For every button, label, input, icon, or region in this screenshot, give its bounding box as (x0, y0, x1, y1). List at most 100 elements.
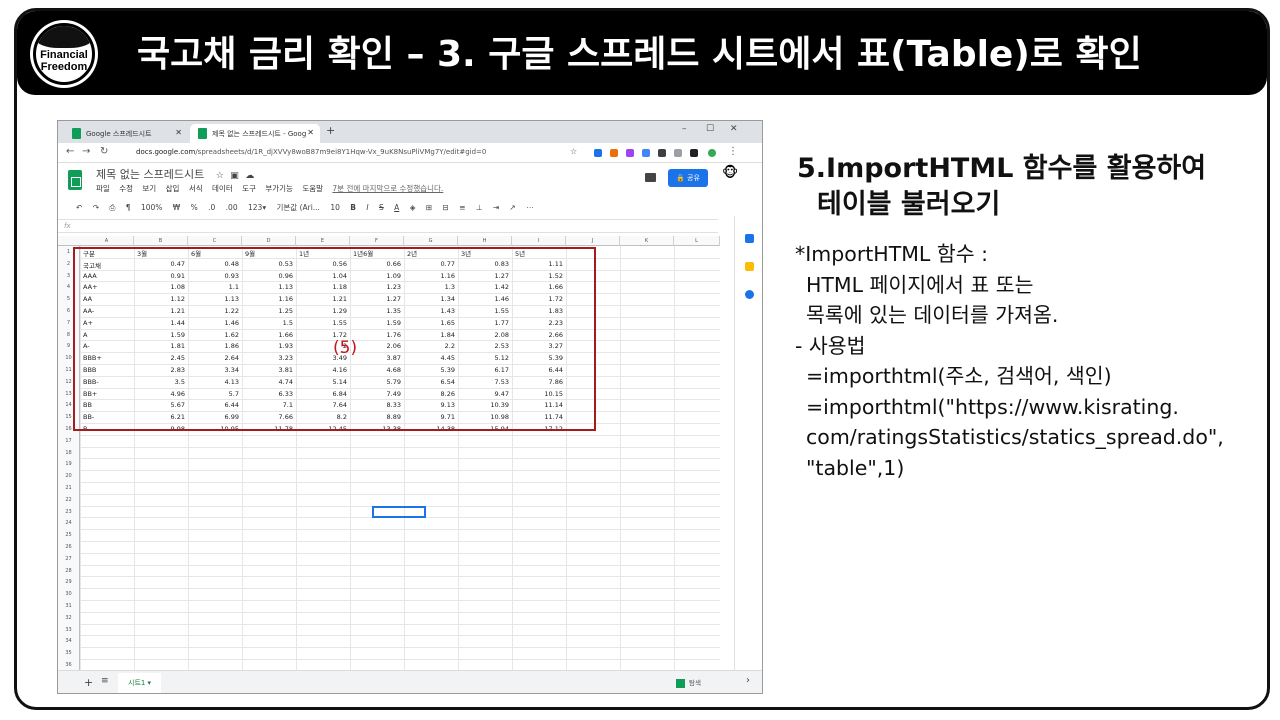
extension-icon[interactable] (658, 149, 666, 157)
puzzle-icon[interactable] (690, 149, 698, 157)
column-header[interactable]: D (242, 236, 296, 246)
column-header[interactable]: F (350, 236, 404, 246)
keep-icon[interactable] (745, 262, 754, 271)
doc-title[interactable]: 제목 없는 스프레드시트 ☆ ▣ ☁ (96, 166, 254, 182)
row-header[interactable]: 18 (58, 446, 80, 459)
column-header[interactable]: L (674, 236, 720, 246)
formula-bar[interactable]: fx (58, 219, 718, 233)
tasks-icon[interactable] (745, 290, 754, 299)
window-close-icon[interactable]: ✕ (730, 124, 738, 134)
menu-format[interactable]: 서식 (189, 184, 203, 193)
explore-button[interactable]: 탐색 (676, 677, 701, 688)
column-header[interactable]: G (404, 236, 458, 246)
row-header[interactable]: 25 (58, 529, 80, 541)
row-header[interactable]: 29 (58, 576, 80, 589)
forward-icon[interactable]: → (82, 146, 90, 157)
row-header[interactable]: 31 (58, 600, 80, 612)
row-header[interactable]: 26 (58, 541, 80, 553)
row-header[interactable]: 30 (58, 588, 80, 600)
menu-file[interactable]: 파일 (96, 184, 110, 193)
sheets-logo-icon[interactable] (68, 170, 82, 190)
row-header[interactable]: 17 (58, 434, 80, 447)
back-icon[interactable]: ← (66, 146, 74, 157)
paint-format-icon[interactable]: ¶ (126, 203, 131, 212)
undo-icon[interactable]: ↶ (76, 203, 82, 212)
all-sheets-icon[interactable]: ≡ (101, 676, 109, 686)
minimize-icon[interactable]: – (682, 124, 687, 134)
reload-icon[interactable]: ↻ (100, 146, 108, 157)
row-header[interactable]: 34 (58, 635, 80, 648)
menu-help[interactable]: 도움말 (302, 184, 323, 193)
italic-button[interactable]: I (366, 203, 368, 212)
row-header[interactable]: 32 (58, 611, 80, 624)
add-sheet-button[interactable]: + (84, 676, 93, 689)
print-icon[interactable]: ⎙ (109, 203, 115, 212)
extension-icon[interactable] (626, 149, 634, 157)
avatar[interactable]: 🐵 (722, 165, 742, 187)
decrease-decimal-button[interactable]: .0 (208, 203, 215, 212)
menu-tools[interactable]: 도구 (242, 184, 256, 193)
folder-icon[interactable]: ▣ (230, 171, 239, 181)
menu-data[interactable]: 데이터 (212, 184, 233, 193)
borders-icon[interactable]: ⊞ (426, 203, 432, 212)
menu-insert[interactable]: 삽입 (166, 184, 180, 193)
number-format-select[interactable]: 123▾ (248, 203, 266, 212)
chevron-right-icon[interactable]: › (746, 675, 750, 686)
row-header[interactable]: 36 (58, 659, 80, 670)
column-header[interactable]: K (620, 236, 674, 246)
row-header[interactable]: 23 (58, 505, 80, 518)
extension-icon[interactable] (594, 149, 602, 157)
row-header[interactable]: 35 (58, 647, 80, 659)
merge-icon[interactable]: ⊟ (443, 203, 449, 212)
menu-edit[interactable]: 수정 (119, 184, 133, 193)
more-icon[interactable]: ⋯ (526, 203, 534, 212)
strikethrough-button[interactable]: S (379, 203, 384, 212)
last-edit-link[interactable]: 7분 전에 마지막으로 수정했습니다. (332, 184, 443, 193)
row-header[interactable]: 21 (58, 482, 80, 494)
align-icon[interactable]: ≡ (459, 203, 465, 212)
new-tab-button[interactable]: + (326, 124, 335, 137)
maximize-icon[interactable]: ☐ (706, 124, 714, 134)
font-size-select[interactable]: 10 (330, 203, 340, 212)
zoom-select[interactable]: 100% (141, 203, 162, 212)
sheet-tab-1[interactable]: 시트1 ▾ (118, 673, 162, 693)
row-header[interactable]: 20 (58, 470, 80, 482)
row-header[interactable]: 19 (58, 458, 80, 471)
menu-view[interactable]: 보기 (142, 184, 156, 193)
cloud-icon[interactable]: ☁ (245, 171, 254, 181)
extension-icon[interactable] (642, 149, 650, 157)
column-header[interactable]: B (134, 236, 188, 246)
extension-icon[interactable] (610, 149, 618, 157)
browser-tab-untitled[interactable]: 제목 없는 스프레드시트 - Goog ✕ (190, 124, 320, 143)
column-header[interactable]: H (458, 236, 512, 246)
row-header[interactable]: 27 (58, 552, 80, 565)
column-header[interactable]: J (566, 236, 620, 246)
row-header[interactable]: 22 (58, 493, 80, 506)
share-button[interactable]: 🔒 공유 (668, 169, 708, 187)
kebab-menu-icon[interactable]: ⋮ (728, 146, 738, 157)
row-header[interactable]: 28 (58, 564, 80, 577)
menu-addons[interactable]: 부가기능 (265, 184, 293, 193)
star-icon[interactable]: ☆ (216, 171, 224, 181)
redo-icon[interactable]: ↷ (93, 203, 99, 212)
profile-icon[interactable] (708, 149, 716, 157)
column-header[interactable]: I (512, 236, 566, 246)
font-select[interactable]: 기본값 (Ari... (276, 203, 319, 212)
close-icon[interactable]: ✕ (175, 128, 182, 137)
comment-icon[interactable] (645, 173, 656, 182)
column-header[interactable]: A (80, 236, 134, 246)
text-color-button[interactable]: A (394, 203, 399, 212)
selected-cell[interactable] (372, 506, 426, 518)
rotate-icon[interactable]: ↗ (510, 203, 516, 212)
percent-button[interactable]: % (191, 203, 198, 212)
extension-icon[interactable] (674, 149, 682, 157)
url-input[interactable]: docs.google.com/spreadsheets/d/1R_djXVVy… (122, 146, 584, 160)
bold-button[interactable]: B (350, 203, 356, 212)
column-header[interactable]: C (188, 236, 242, 246)
currency-button[interactable]: ₩ (173, 203, 180, 212)
increase-decimal-button[interactable]: .00 (226, 203, 238, 212)
wrap-icon[interactable]: ⇥ (493, 203, 499, 212)
star-icon[interactable]: ☆ (570, 147, 577, 156)
valign-icon[interactable]: ⊥ (476, 203, 483, 212)
browser-tab-sheets-home[interactable]: Google 스프레드시트 ✕ (64, 124, 188, 143)
